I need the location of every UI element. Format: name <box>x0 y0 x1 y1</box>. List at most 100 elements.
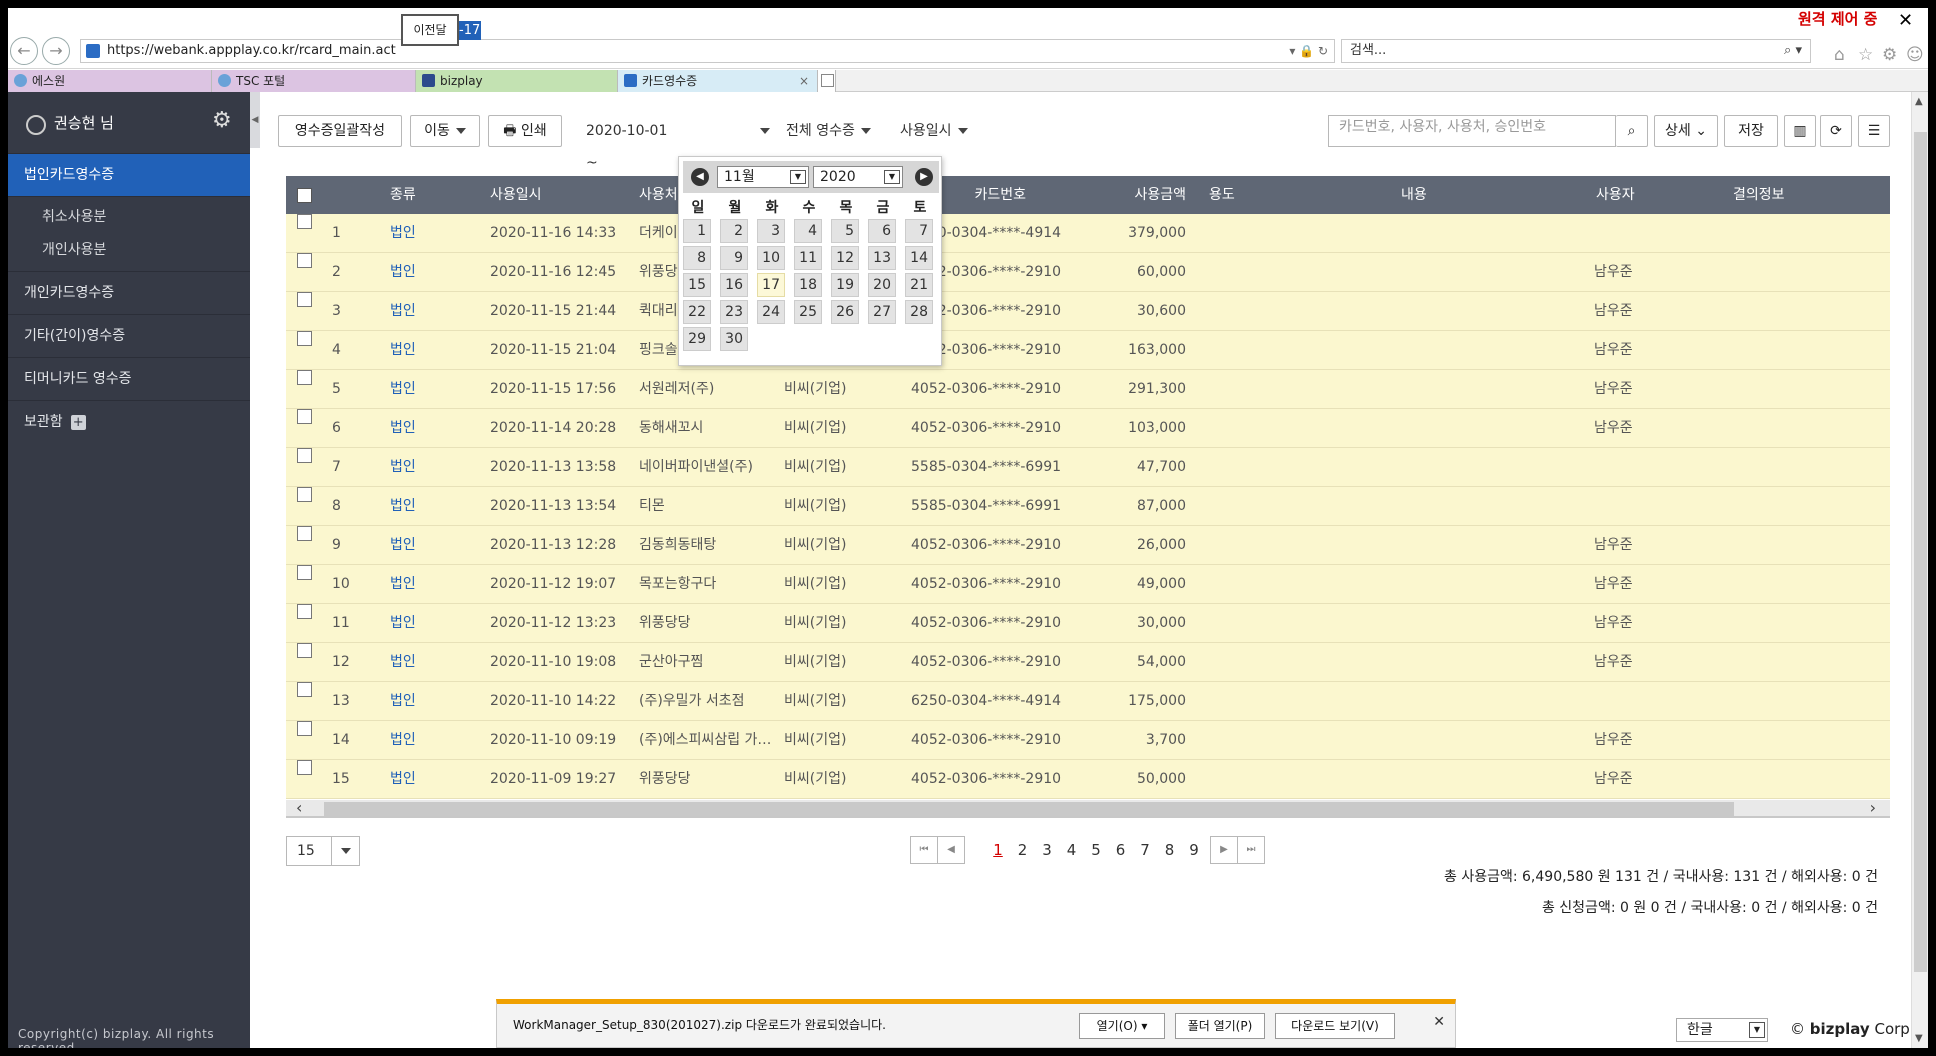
row-checkbox[interactable] <box>297 760 312 775</box>
calendar-day[interactable]: 13 <box>868 246 896 270</box>
plus-icon[interactable]: + <box>70 414 86 430</box>
row-checkbox[interactable] <box>297 721 312 736</box>
page-number[interactable]: 3 <box>1039 836 1055 864</box>
date-range-dropdown[interactable] <box>754 115 776 147</box>
row-type[interactable]: 법인 <box>390 409 416 447</box>
table-row[interactable]: 10 법인 2020-11-12 19:07 목포는항구다 비씨(기업) 4052-030… <box>286 565 1890 604</box>
table-row[interactable]: 7 법인 2020-11-13 13:58 네이버파이낸셜(주) 비씨(기업) 5585-… <box>286 448 1890 487</box>
horizontal-scrollbar[interactable]: ‹ › <box>286 798 1890 818</box>
row-checkbox[interactable] <box>297 604 312 619</box>
calendar-day[interactable]: 11 <box>794 246 822 270</box>
calendar-day[interactable]: 10 <box>757 246 785 270</box>
scroll-thumb[interactable] <box>324 802 1734 816</box>
row-checkbox[interactable] <box>297 292 312 307</box>
browser-search-field[interactable]: 검색... ⌕ ▾ <box>1341 39 1811 63</box>
sidebar-item-archive[interactable]: 보관함 + <box>8 401 250 444</box>
row-checkbox[interactable] <box>297 643 312 658</box>
prev-page-button[interactable]: ◀ <box>937 836 965 864</box>
calendar-day[interactable]: 30 <box>720 327 748 351</box>
scroll-thumb[interactable] <box>1914 132 1927 972</box>
row-checkbox[interactable] <box>297 682 312 697</box>
calendar-day[interactable]: 28 <box>905 300 933 324</box>
sort-field-dropdown[interactable]: 사용일시 <box>900 115 980 147</box>
page-number[interactable]: 4 <box>1064 836 1080 864</box>
row-type[interactable]: 법인 <box>390 331 416 369</box>
calendar-day[interactable]: 1 <box>683 219 711 243</box>
sidebar-item-other-receipt[interactable]: 기타(간이)영수증 <box>8 315 250 358</box>
select-all-checkbox[interactable] <box>297 188 312 203</box>
calendar-day[interactable]: 17 <box>757 273 785 297</box>
sidebar-item-personal-use[interactable]: 개인사용분 <box>8 234 250 267</box>
tab-tsc-portal[interactable]: TSC 포털 <box>212 70 416 92</box>
row-type[interactable]: 법인 <box>390 721 416 759</box>
table-row[interactable]: 9 법인 2020-11-13 12:28 김동희동태탕 비씨(기업) 4052-0306… <box>286 526 1890 565</box>
sidebar-collapse-handle[interactable]: ◀ <box>250 92 260 148</box>
language-select[interactable]: 한글 ▼ <box>1676 1018 1768 1042</box>
calendar-day[interactable]: 19 <box>831 273 859 297</box>
calendar-day[interactable]: 15 <box>683 273 711 297</box>
favorites-star-icon[interactable]: ☆ <box>1858 45 1873 65</box>
calendar-day[interactable]: 23 <box>720 300 748 324</box>
chevron-down-icon[interactable]: ▾ <box>1141 1019 1147 1033</box>
col-type[interactable]: 종류 <box>390 176 416 214</box>
move-button[interactable]: 이동 <box>410 115 480 147</box>
page-size-select[interactable]: 15 <box>286 836 360 866</box>
row-type[interactable]: 법인 <box>390 253 416 291</box>
row-checkbox[interactable] <box>297 487 312 502</box>
table-row[interactable]: 1 법인 2020-11-16 14:33 더케이 6250-0304-****-491… <box>286 214 1890 253</box>
view-downloads-button[interactable]: 다운로드 보기(V) <box>1275 1013 1395 1039</box>
row-type[interactable]: 법인 <box>390 682 416 720</box>
first-page-button[interactable]: ⏮ <box>910 836 938 864</box>
month-select[interactable]: 11월 ▼ <box>717 166 809 188</box>
calendar-day[interactable]: 22 <box>683 300 711 324</box>
new-tab-button[interactable] <box>818 70 836 92</box>
save-button[interactable]: 저장 <box>1724 115 1778 147</box>
row-checkbox[interactable] <box>297 214 312 229</box>
table-row[interactable]: 2 법인 2020-11-16 12:45 위풍당 4052-0306-****-291… <box>286 253 1890 292</box>
table-row[interactable]: 12 법인 2020-11-10 19:08 군산아구찜 비씨(기업) 4052-0306… <box>286 643 1890 682</box>
next-page-button[interactable]: ▶ <box>1210 836 1238 864</box>
calendar-day[interactable]: 24 <box>757 300 785 324</box>
calendar-day[interactable]: 21 <box>905 273 933 297</box>
calendar-day[interactable]: 25 <box>794 300 822 324</box>
gear-icon[interactable]: ⚙ <box>212 108 232 133</box>
detail-button[interactable]: 상세 ⌄ <box>1654 115 1718 147</box>
table-row[interactable]: 4 법인 2020-11-15 21:04 핑크솔 4052-0306-****-291… <box>286 331 1890 370</box>
col-card[interactable]: 카드번호 <box>930 176 1026 214</box>
calendar-day[interactable]: 5 <box>831 219 859 243</box>
col-user[interactable]: 사용자 <box>1596 176 1635 214</box>
row-checkbox[interactable] <box>297 370 312 385</box>
smiley-icon[interactable]: ☺ <box>1906 45 1924 65</box>
list-view-button[interactable]: ☰ <box>1858 115 1890 147</box>
sidebar-item-corporate-card[interactable]: 법인카드영수증 <box>8 154 250 197</box>
col-content[interactable]: 내용 <box>1401 176 1427 214</box>
tab-bizplay[interactable]: bizplay <box>416 70 618 92</box>
prev-month-button[interactable]: 이전달 <box>401 14 459 46</box>
chart-button[interactable]: ▥ <box>1784 115 1816 147</box>
forward-button[interactable]: → <box>42 37 70 65</box>
calendar-day[interactable]: 9 <box>720 246 748 270</box>
page-number[interactable]: 2 <box>1015 836 1031 864</box>
row-checkbox[interactable] <box>297 526 312 541</box>
chevron-down-icon[interactable]: ▼ <box>1915 1033 1923 1044</box>
search-button[interactable]: ⌕ <box>1616 115 1648 147</box>
row-type[interactable]: 법인 <box>390 448 416 486</box>
row-checkbox[interactable] <box>297 253 312 268</box>
home-icon[interactable]: ⌂ <box>1834 45 1845 65</box>
sidebar-item-personal-card[interactable]: 개인카드영수증 <box>8 272 250 315</box>
chevron-left-icon[interactable]: ‹ <box>296 798 302 817</box>
page-number[interactable]: 5 <box>1088 836 1104 864</box>
table-row[interactable]: 15 법인 2020-11-09 19:27 위풍당당 비씨(기업) 4052-0306-… <box>286 760 1890 799</box>
row-type[interactable]: 법인 <box>390 214 416 252</box>
col-datetime[interactable]: 사용일시 <box>490 176 542 214</box>
calendar-day[interactable]: 20 <box>868 273 896 297</box>
open-folder-button[interactable]: 폴더 열기(P) <box>1175 1013 1265 1039</box>
date-end-selected[interactable]: -17 <box>459 21 481 40</box>
row-type[interactable]: 법인 <box>390 487 416 525</box>
col-purpose[interactable]: 용도 <box>1209 176 1235 214</box>
table-row[interactable]: 8 법인 2020-11-13 13:54 티몬 비씨(기업) 5585-0304-***… <box>286 487 1890 526</box>
calendar-day[interactable]: 6 <box>868 219 896 243</box>
receipt-filter-dropdown[interactable]: 전체 영수증 <box>786 115 888 147</box>
tab-s1[interactable]: 에스원 <box>8 70 212 92</box>
year-select[interactable]: 2020 ▼ <box>813 166 903 188</box>
